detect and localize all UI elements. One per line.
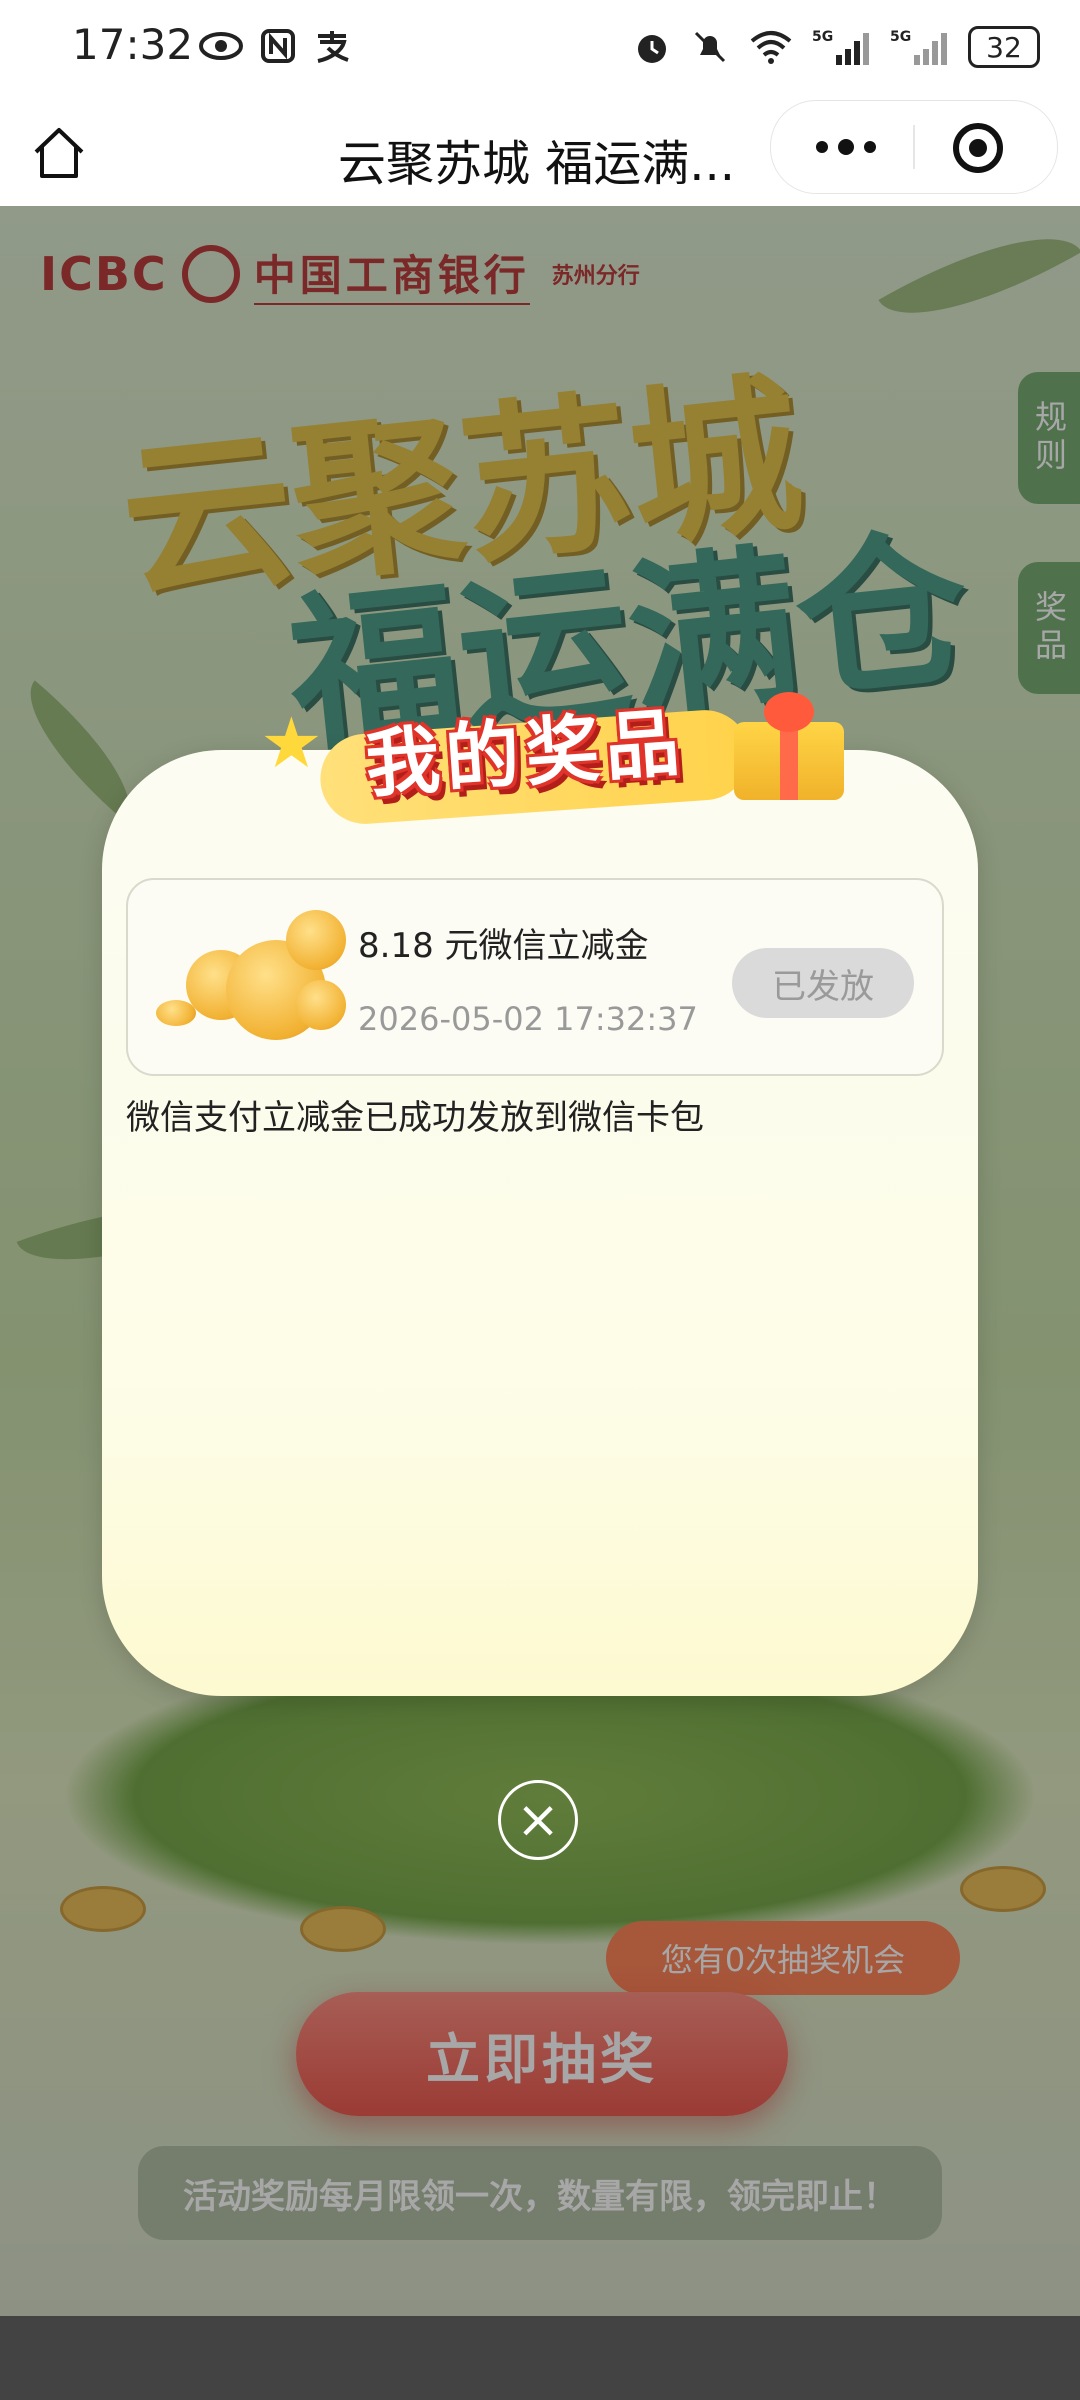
- coins-icon: [156, 910, 356, 1060]
- dot-icon: [838, 139, 854, 155]
- close-miniprogram-button[interactable]: [953, 123, 1003, 173]
- battery-level: 32: [986, 30, 1022, 64]
- status-bar: 17:32 5G 5G 32: [0, 0, 1080, 100]
- modal-header: ★ 我的奖品: [260, 672, 880, 827]
- battery-icon: 32: [968, 26, 1040, 68]
- eye-icon: [199, 32, 243, 60]
- mini-program-titlebar: 云聚苏城 福运满...: [0, 100, 1080, 207]
- home-icon[interactable]: [30, 124, 88, 182]
- status-left-icons: [198, 28, 352, 64]
- signal-icon: 5G: [812, 29, 869, 65]
- page-title: 云聚苏城 福运满...: [338, 136, 736, 192]
- clock: 17:32: [72, 20, 194, 69]
- wifi-icon: [750, 31, 792, 64]
- prize-card: 8.18 元微信立减金 2026-05-02 17:32:37 已发放: [126, 878, 944, 1076]
- star-icon: ★: [260, 702, 323, 784]
- dot-icon: [864, 141, 876, 153]
- prize-time: 2026-05-02 17:32:37: [358, 1000, 698, 1038]
- status-right-icons: 5G 5G 32: [632, 26, 1040, 68]
- close-icon[interactable]: ×: [498, 1780, 578, 1860]
- dot-icon: [816, 141, 828, 153]
- nfc-icon: [261, 29, 295, 63]
- alarm-icon: [638, 35, 666, 63]
- more-options-button[interactable]: [811, 123, 881, 171]
- prize-description: 微信支付立减金已成功发放到微信卡包: [126, 1098, 704, 1138]
- mute-bell-icon: [694, 31, 726, 63]
- modal-title: 我的奖品: [362, 699, 689, 809]
- capsule-divider: [913, 125, 915, 169]
- network-type: 5G: [812, 29, 833, 45]
- gift-box-icon: [724, 682, 854, 802]
- prize-status-badge: 已发放: [732, 948, 914, 1018]
- network-type: 5G: [890, 29, 911, 45]
- mini-program-capsule: [770, 100, 1058, 194]
- signal-icon: 5G: [890, 29, 947, 65]
- prize-name: 8.18 元微信立减金: [358, 926, 649, 966]
- alipay-icon: [317, 31, 349, 63]
